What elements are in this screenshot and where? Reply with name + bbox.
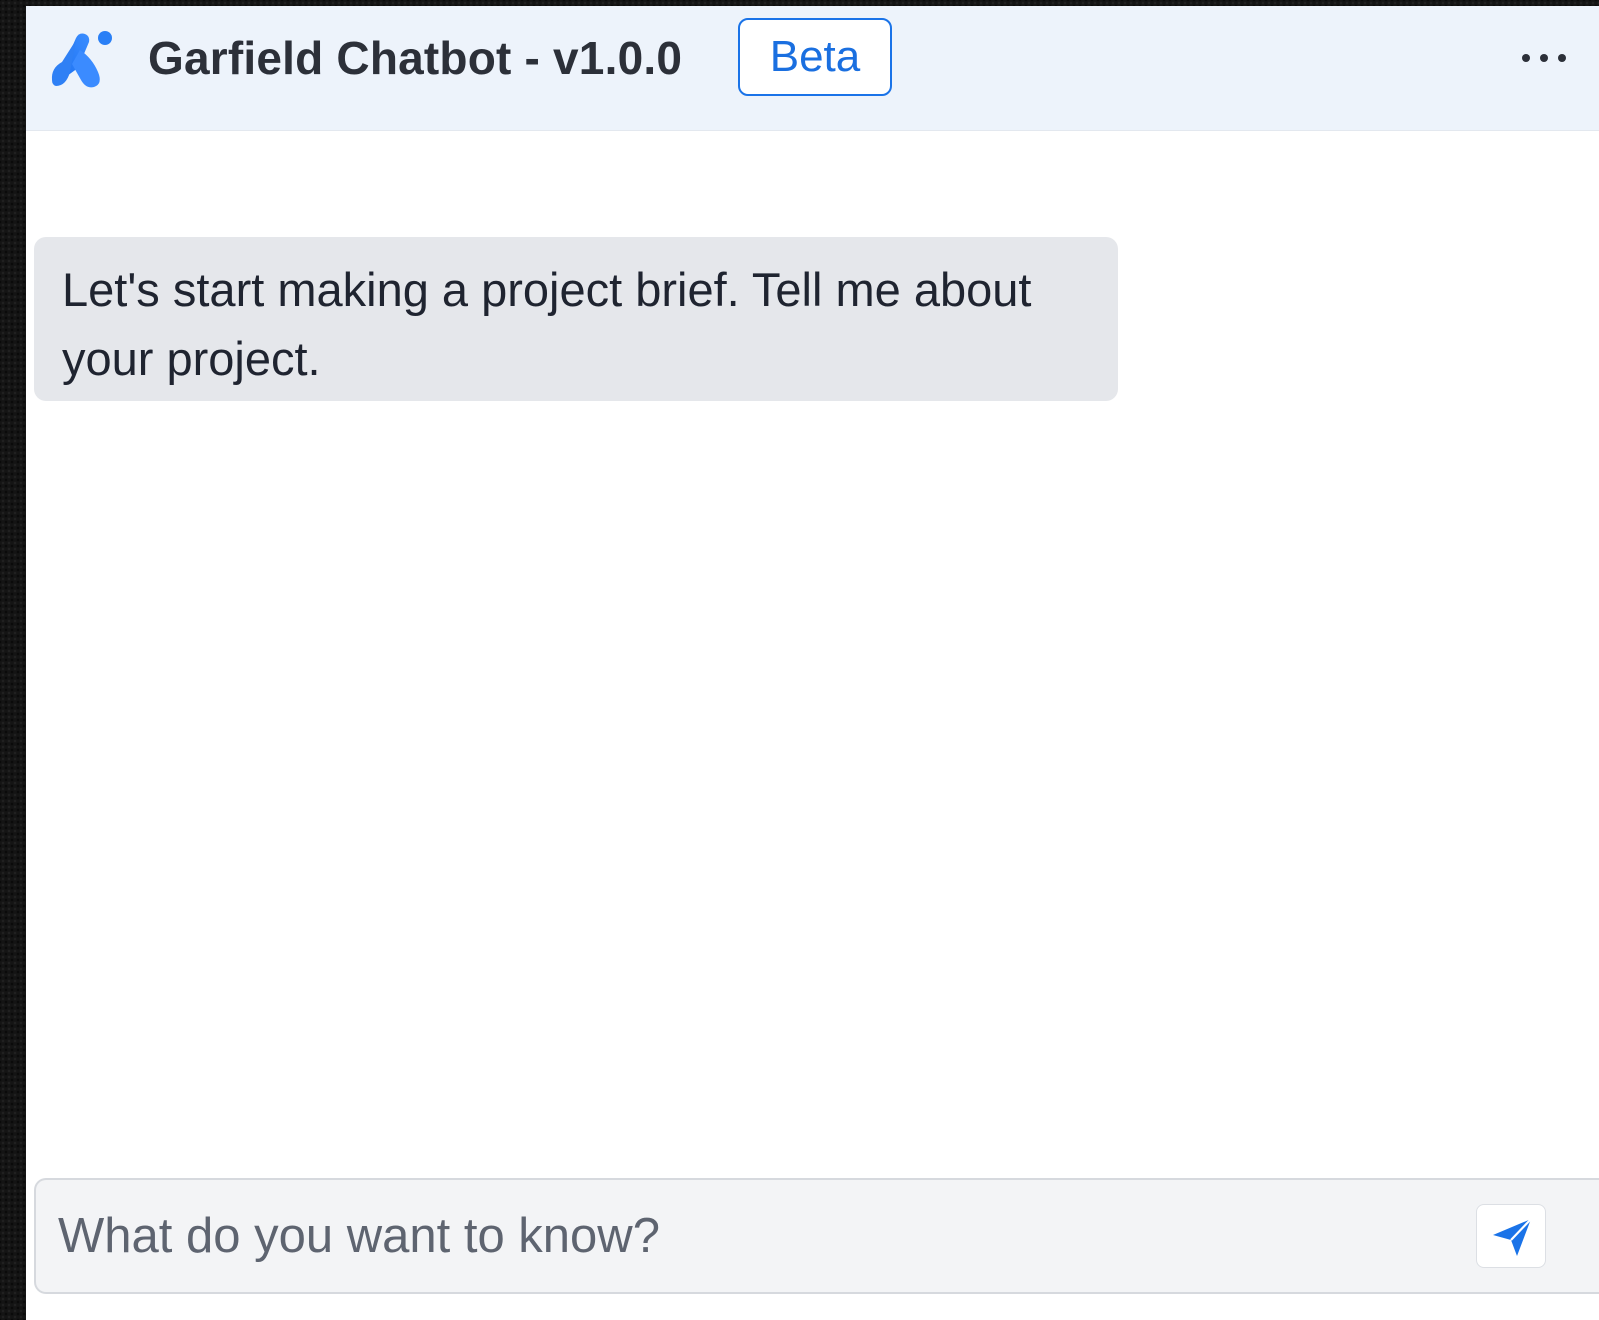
app-title: Garfield Chatbot - v1.0.0 [148,32,683,84]
more-horizontal-icon [1522,54,1566,62]
beta-badge: Beta [738,18,892,96]
more-options-button[interactable] [1512,36,1576,80]
app-logo-icon [48,28,114,90]
message-list: Let's start making a project brief. Tell… [26,131,1599,1171]
bot-message-text: Let's start making a project brief. Tell… [62,263,1032,385]
chatbot-window: Garfield Chatbot - v1.0.0 Beta Let's sta… [26,6,1599,1320]
chat-header: Garfield Chatbot - v1.0.0 Beta [26,6,1599,131]
message-composer [34,1178,1599,1294]
send-icon [1493,1218,1532,1256]
send-button[interactable] [1476,1204,1546,1268]
bot-message: Let's start making a project brief. Tell… [34,237,1118,401]
message-input[interactable] [36,1180,1456,1292]
